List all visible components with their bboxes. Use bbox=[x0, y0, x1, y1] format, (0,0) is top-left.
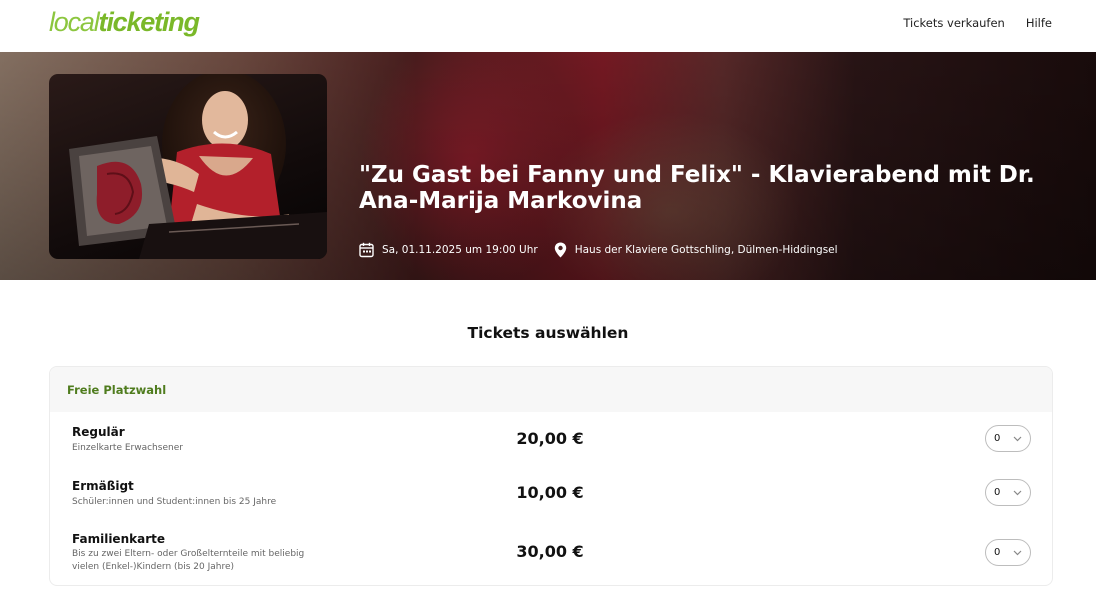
logo-text-ticketing: ticketing bbox=[98, 7, 200, 37]
event-photo-illustration bbox=[69, 74, 327, 259]
ticket-description: Schüler:innen und Student:innen bis 25 J… bbox=[72, 497, 277, 507]
quantity-select[interactable]: 0 bbox=[985, 539, 1031, 566]
chevron-down-icon bbox=[1013, 490, 1022, 495]
calendar-icon bbox=[359, 242, 374, 258]
event-image bbox=[49, 74, 327, 259]
quantity-value: 0 bbox=[994, 547, 1001, 558]
localticketing-logo[interactable]: localticketing bbox=[49, 6, 200, 38]
ticket-name: Regulär bbox=[72, 425, 125, 439]
nav-link-hilfe[interactable]: Hilfe bbox=[1026, 16, 1052, 30]
ticket-category-header: Freie Platzwahl bbox=[50, 367, 1052, 412]
chevron-down-icon bbox=[1013, 550, 1022, 555]
logo-text-local: local bbox=[49, 7, 100, 37]
ticket-price: 10,00 € bbox=[516, 483, 584, 502]
quantity-value: 0 bbox=[994, 433, 1001, 444]
event-hero-banner: "Zu Gast bei Fanny und Felix" - Klaviera… bbox=[0, 52, 1096, 280]
ticket-name: Ermäßigt bbox=[72, 479, 134, 493]
ticket-price: 20,00 € bbox=[516, 429, 584, 448]
ticket-name: Familienkarte bbox=[72, 532, 165, 546]
quantity-value: 0 bbox=[994, 487, 1001, 498]
quantity-select[interactable]: 0 bbox=[985, 425, 1031, 452]
ticket-description: Einzelkarte Erwachsener bbox=[72, 443, 183, 453]
ticket-category-label: Freie Platzwahl bbox=[67, 382, 167, 397]
tickets-heading: Tickets auswählen bbox=[467, 324, 629, 342]
quantity-select[interactable]: 0 bbox=[985, 479, 1031, 506]
chevron-down-icon bbox=[1013, 436, 1022, 441]
event-venue-text: Haus der Klaviere Gottschling, Dülmen-Hi… bbox=[574, 244, 838, 256]
ticket-selection-card: Freie Platzwahl Regulär Einzelkarte Erwa… bbox=[49, 366, 1053, 586]
top-navigation-bar: localticketing Tickets verkaufen Hilfe bbox=[0, 0, 1096, 52]
event-meta: Sa, 01.11.2025 um 19:00 Uhr Haus der Kla… bbox=[359, 242, 854, 258]
event-date-text: Sa, 01.11.2025 um 19:00 Uhr bbox=[382, 244, 538, 256]
location-pin-icon bbox=[554, 242, 566, 258]
ticket-price: 30,00 € bbox=[516, 542, 584, 561]
event-venue: Haus der Klaviere Gottschling, Dülmen-Hi… bbox=[554, 242, 838, 258]
ticket-description: Bis zu zwei Eltern- oder Großelternteile… bbox=[72, 549, 305, 572]
nav-link-tickets-verkaufen[interactable]: Tickets verkaufen bbox=[903, 16, 1004, 30]
header-nav: Tickets verkaufen Hilfe bbox=[903, 16, 1052, 30]
event-title: "Zu Gast bei Fanny und Felix" - Klaviera… bbox=[359, 162, 1035, 214]
event-date: Sa, 01.11.2025 um 19:00 Uhr bbox=[359, 242, 538, 258]
